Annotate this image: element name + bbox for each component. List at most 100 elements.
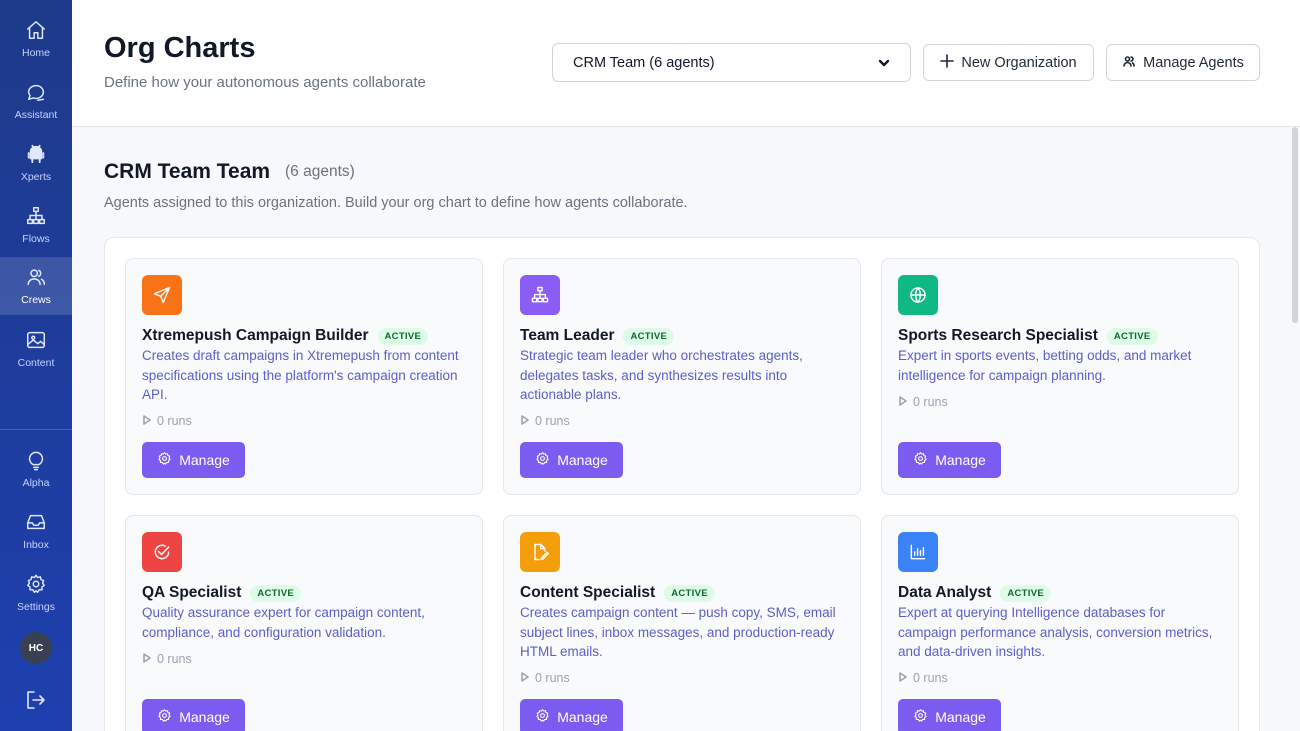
gear-icon (913, 451, 928, 469)
agent-runs-label: 0 runs (157, 414, 192, 428)
chat-icon (24, 80, 48, 104)
agent-runs-label: 0 runs (157, 652, 192, 666)
sidebar-item-label: Content (17, 357, 55, 369)
agent-description: Quality assurance expert for campaign co… (142, 605, 425, 640)
avatar[interactable]: HC (20, 632, 52, 664)
sidebar-item-crews[interactable]: Crews (0, 257, 72, 315)
manage-button[interactable]: Manage (898, 442, 1001, 478)
sidebar-item-label: Alpha (22, 477, 50, 489)
team-agent-count: (6 agents) (285, 163, 355, 180)
gear-icon (157, 451, 172, 469)
agent-description: Expert at querying Intelligence database… (898, 605, 1213, 659)
bar-chart-icon (898, 532, 938, 572)
agent-card: Team Leader ACTIVE Strategic team leader… (503, 258, 861, 495)
agent-card: Content Specialist ACTIVE Creates campai… (503, 515, 861, 731)
manage-button-label: Manage (557, 709, 608, 725)
agent-card: Xtremepush Campaign Builder ACTIVE Creat… (125, 258, 483, 495)
agent-card: QA Specialist ACTIVE Quality assurance e… (125, 515, 483, 731)
edit-file-icon (520, 532, 560, 572)
sidebar-item-xperts[interactable]: Xperts (0, 134, 72, 192)
agent-runs-label: 0 runs (535, 414, 570, 428)
sidebar-item-inbox[interactable]: Inbox (0, 502, 72, 560)
hierarchy-icon (520, 275, 560, 315)
image-icon (24, 328, 48, 352)
agent-runs: 0 runs (898, 395, 948, 409)
manage-button[interactable]: Manage (898, 699, 1001, 731)
agent-card: Data Analyst ACTIVE Expert at querying I… (881, 515, 1239, 731)
globe-icon (898, 275, 938, 315)
new-organization-label: New Organization (961, 54, 1077, 71)
new-organization-button[interactable]: New Organization (923, 44, 1094, 81)
organization-select[interactable]: CRM Team (6 agents) (552, 43, 911, 82)
manage-button-label: Manage (935, 709, 986, 725)
manage-button[interactable]: Manage (142, 699, 245, 731)
sidebar-item-label: Settings (17, 601, 55, 613)
agent-name: Xtremepush Campaign Builder (142, 327, 369, 344)
gear-icon (913, 708, 928, 726)
home-icon (24, 18, 48, 42)
page-subtitle: Define how your autonomous agents collab… (104, 74, 426, 91)
team-title: CRM Team Team (104, 160, 271, 183)
users-icon (24, 265, 48, 289)
gear-icon (24, 572, 48, 596)
agent-description: Creates draft campaigns in Xtremepush fr… (142, 348, 459, 402)
agent-runs: 0 runs (520, 671, 570, 685)
scrollbar[interactable] (1292, 127, 1300, 327)
logout-icon[interactable] (24, 688, 48, 712)
manage-button[interactable]: Manage (142, 442, 245, 478)
manage-button[interactable]: Manage (520, 699, 623, 731)
agent-name-row: Team Leader ACTIVE (520, 327, 675, 345)
page-header: Org Charts Define how your autonomous ag… (72, 0, 1300, 127)
agent-description: Expert in sports events, betting odds, a… (898, 348, 1192, 383)
agent-card: Sports Research Specialist ACTIVE Expert… (881, 258, 1239, 495)
agent-name-row: Content Specialist ACTIVE (520, 584, 715, 602)
play-icon (898, 671, 908, 685)
agents-panel: Xtremepush Campaign Builder ACTIVE Creat… (104, 237, 1260, 731)
manage-button[interactable]: Manage (520, 442, 623, 478)
users-icon (1122, 54, 1136, 72)
agent-name: Sports Research Specialist (898, 327, 1098, 344)
manage-button-label: Manage (179, 709, 230, 725)
sidebar-item-settings[interactable]: Settings (0, 564, 72, 622)
agent-name: Data Analyst (898, 584, 992, 601)
check-circle-icon (142, 532, 182, 572)
sidebar-item-alpha[interactable]: Alpha (0, 440, 72, 498)
agent-runs-label: 0 runs (535, 671, 570, 685)
plus-icon (940, 53, 955, 72)
sidebar-item-flows[interactable]: Flows (0, 196, 72, 254)
sidebar-item-label: Xperts (20, 171, 52, 183)
agent-name-row: Sports Research Specialist ACTIVE (898, 327, 1158, 345)
agent-runs: 0 runs (898, 671, 948, 685)
lightbulb-icon (24, 448, 48, 472)
agent-runs: 0 runs (142, 414, 192, 428)
status-badge: ACTIVE (1000, 584, 1051, 602)
status-badge: ACTIVE (377, 327, 429, 345)
agent-name: Team Leader (520, 327, 615, 344)
sidebar-item-label: Inbox (23, 539, 49, 551)
scrollbar-thumb[interactable] (1292, 127, 1298, 323)
manage-agents-label: Manage Agents (1143, 54, 1244, 71)
sidebar-divider (0, 429, 72, 430)
manage-button-label: Manage (557, 452, 608, 468)
play-icon (142, 414, 152, 428)
agent-name-row: Data Analyst ACTIVE (898, 584, 1051, 602)
manage-agents-button[interactable]: Manage Agents (1106, 44, 1260, 81)
agent-runs-label: 0 runs (913, 671, 948, 685)
page-title: Org Charts (104, 32, 256, 64)
agent-runs-label: 0 runs (913, 395, 948, 409)
organization-select-value: CRM Team (6 agents) (573, 54, 715, 71)
agent-name: Content Specialist (520, 584, 656, 601)
sidebar-item-assistant[interactable]: Assistant (0, 72, 72, 130)
play-icon (520, 671, 530, 685)
sidebar-item-home[interactable]: Home (0, 10, 72, 68)
status-badge: ACTIVE (1106, 327, 1158, 345)
chevron-down-icon (878, 57, 890, 69)
inbox-icon (24, 510, 48, 534)
manage-button-label: Manage (179, 452, 230, 468)
gear-icon (157, 708, 172, 726)
sidebar-item-content[interactable]: Content (0, 320, 72, 378)
android-icon (24, 142, 48, 166)
play-icon (520, 414, 530, 428)
sidebar-item-label: Crews (21, 294, 51, 306)
agent-name: QA Specialist (142, 584, 242, 601)
